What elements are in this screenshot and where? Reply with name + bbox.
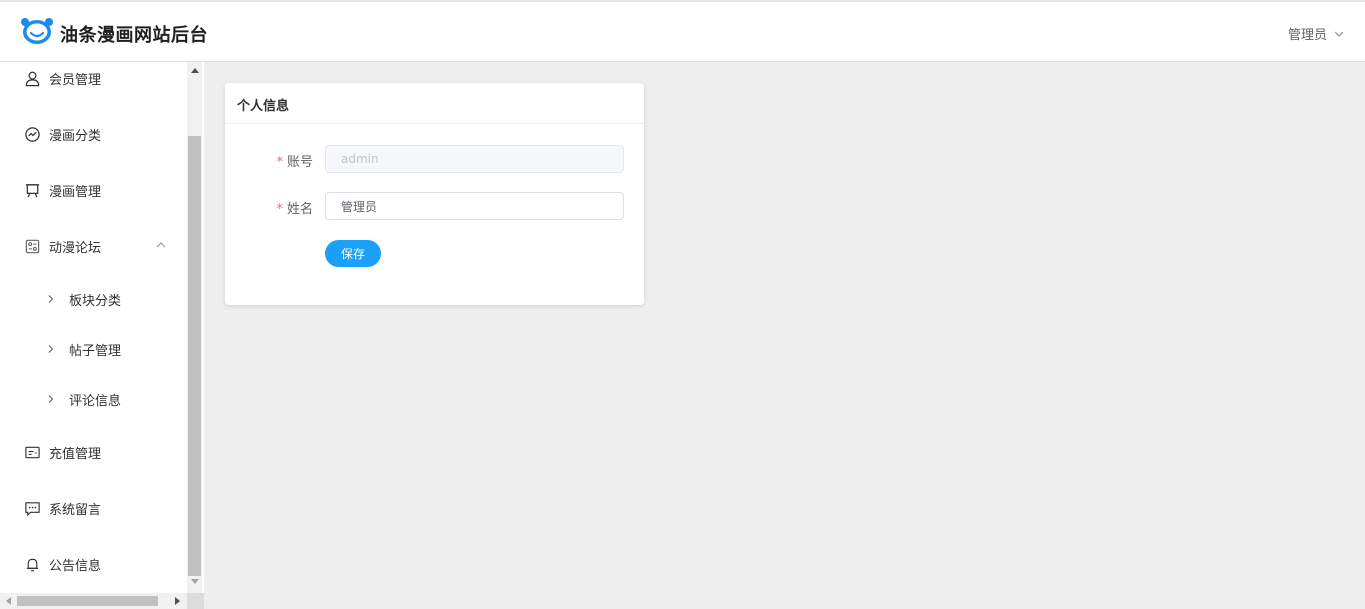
scroll-down-icon[interactable] <box>187 576 202 588</box>
sidebar: 会员管理 漫画分类 漫画管理 动漫论坛 板块分类 帖子管理 评论信息 充值管理 … <box>0 62 204 609</box>
sidebar-item-label: 漫画管理 <box>49 184 102 200</box>
scroll-left-icon[interactable] <box>2 595 14 607</box>
vertical-scrollbar[interactable] <box>187 62 202 593</box>
scroll-up-icon[interactable] <box>187 64 202 76</box>
sidebar-item-members[interactable]: 会员管理 <box>0 62 187 106</box>
chevron-right-icon <box>48 345 54 353</box>
sidebar-item-notices[interactable]: 公告信息 <box>0 536 187 592</box>
user-icon <box>22 68 42 88</box>
sidebar-item-label: 充值管理 <box>49 446 102 462</box>
easel-icon <box>22 180 42 200</box>
bear-logo-icon <box>21 18 53 44</box>
sidebar-item-label: 动漫论坛 <box>49 240 102 256</box>
account-label: * 账号 <box>276 151 313 170</box>
sidebar-subitem-board-category[interactable]: 板块分类 <box>0 274 187 324</box>
name-label-text: 姓名 <box>286 202 313 217</box>
user-menu-label: 管理员 <box>1287 28 1327 43</box>
account-label-text: 账号 <box>286 155 313 170</box>
required-mark: * <box>276 202 283 217</box>
sidebar-item-messages[interactable]: 系统留言 <box>0 480 187 536</box>
sidebar-subitem-post-manage[interactable]: 帖子管理 <box>0 324 187 374</box>
top-header: 油条漫画网站后台 管理员 <box>0 0 1365 62</box>
profile-card: 个人信息 *账号 *姓名 保存 <box>225 83 644 305</box>
account-row: * 账号 <box>225 145 644 173</box>
site-title: 油条漫画网站后台 <box>60 25 208 46</box>
sidebar-subitem-label: 帖子管理 <box>69 343 122 359</box>
save-button[interactable]: 保存 <box>325 240 381 267</box>
sidebar-item-recharge[interactable]: 充值管理 <box>0 424 187 480</box>
chevron-right-icon <box>48 295 54 303</box>
sidebar-subitem-label: 评论信息 <box>69 393 122 409</box>
card-title: 个人信息 <box>225 83 644 124</box>
horizontal-scrollbar[interactable] <box>0 593 187 609</box>
sidebar-item-comic-manage[interactable]: 漫画管理 <box>0 162 187 218</box>
sidebar-item-comic-category[interactable]: 漫画分类 <box>0 106 187 162</box>
chevron-down-icon <box>1334 31 1344 37</box>
bell-icon <box>22 554 42 574</box>
horizontal-scroll-thumb[interactable] <box>17 596 158 606</box>
required-mark: * <box>276 155 283 170</box>
vertical-scroll-thumb[interactable] <box>188 136 201 576</box>
chevron-right-icon <box>48 395 54 403</box>
name-row: * 姓名 <box>225 192 644 220</box>
name-field[interactable] <box>325 192 624 220</box>
chat-icon <box>22 498 42 518</box>
card-icon <box>22 442 42 462</box>
sidebar-subitem-label: 板块分类 <box>69 293 122 309</box>
sidebar-subitem-comments[interactable]: 评论信息 <box>0 374 187 424</box>
scroll-right-icon[interactable] <box>172 595 184 607</box>
sidebar-item-anime-forum[interactable]: 动漫论坛 <box>0 218 187 274</box>
dashboard-icon <box>22 124 42 144</box>
account-field[interactable] <box>325 145 624 173</box>
sidebar-item-label: 漫画分类 <box>49 128 102 144</box>
scrollbar-corner <box>187 593 204 609</box>
forum-icon <box>22 236 42 256</box>
sidebar-item-label: 会员管理 <box>49 72 102 88</box>
sidebar-item-label: 公告信息 <box>49 558 102 574</box>
chevron-up-icon <box>156 242 166 248</box>
sidebar-item-label: 系统留言 <box>49 502 102 518</box>
user-menu[interactable]: 管理员 <box>1288 24 1345 43</box>
name-label: * 姓名 <box>276 198 313 217</box>
